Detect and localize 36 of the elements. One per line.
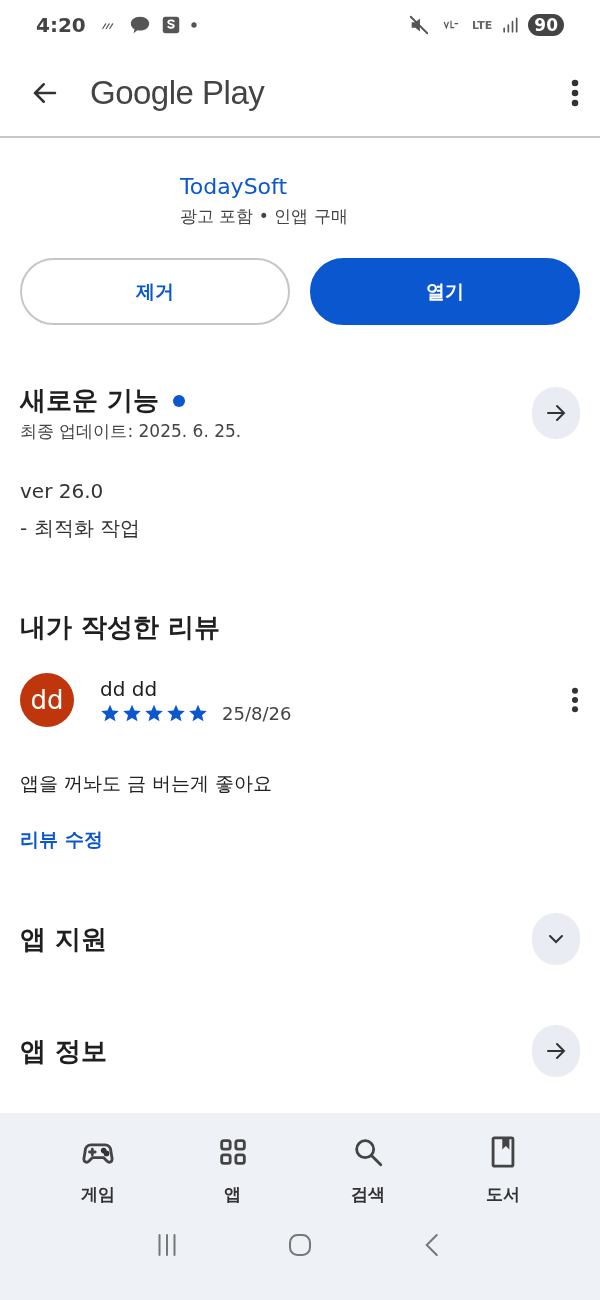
arrow-button[interactable]: [532, 1025, 580, 1077]
status-time: 4:20: [36, 13, 86, 37]
update-date: 최종 업데이트: 2025. 6. 25.: [20, 420, 242, 443]
uninstall-button[interactable]: 제거: [20, 258, 290, 325]
section-title: 앱 지원: [20, 922, 108, 956]
signal-icon: [500, 15, 521, 35]
star-icon: [188, 703, 208, 723]
battery-level: 90: [528, 14, 564, 36]
developer-link[interactable]: TodaySoft: [180, 174, 288, 199]
nav-tab[interactable]: 도서: [452, 1131, 553, 1210]
star-icon: [100, 703, 120, 723]
release-note: - 최적화 작업: [20, 515, 141, 542]
section-title: 새로운 기능: [20, 384, 160, 417]
open-button[interactable]: 열기: [310, 258, 580, 325]
review-text: 앱을 꺼놔도 금 버는게 좋아요: [20, 771, 274, 796]
release-note: ver 26.0: [20, 479, 105, 503]
star-icon: [144, 703, 164, 723]
nav-tab[interactable]: 앱: [182, 1131, 283, 1210]
more-options-icon[interactable]: [570, 78, 580, 108]
review-date: 25/8/26: [222, 702, 292, 724]
app-bar-title: Google Play: [90, 74, 265, 112]
star-icon: [122, 703, 142, 723]
nav-tab[interactable]: 검색: [317, 1131, 418, 1210]
edit-review-link[interactable]: 리뷰 수정: [20, 827, 103, 853]
app-notes: 광고 포함 • 인앱 구매: [180, 205, 349, 228]
avatar: dd: [20, 673, 74, 727]
arrow-button[interactable]: [532, 387, 580, 439]
section-title: 앱 정보: [20, 1034, 108, 1068]
nav-tab[interactable]: 게임: [47, 1131, 148, 1210]
mute-icon: [408, 14, 431, 36]
section-title: 내가 작성한 리뷰: [20, 611, 222, 644]
network-label: LTE: [472, 18, 493, 32]
more-options-icon[interactable]: [570, 686, 580, 714]
reviewer-name: dd dd: [100, 676, 159, 701]
dot-icon: [189, 21, 198, 29]
star-icon: [166, 703, 186, 723]
